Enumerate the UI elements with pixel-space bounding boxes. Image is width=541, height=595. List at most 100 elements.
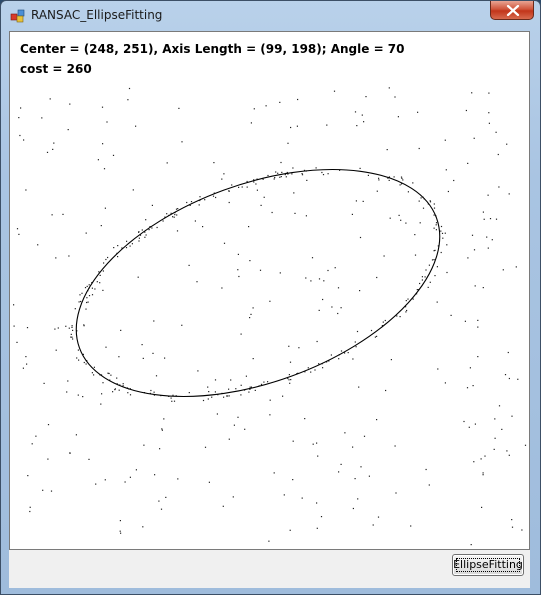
point: [84, 287, 87, 289]
point: [433, 227, 435, 229]
point: [97, 159, 99, 161]
point: [306, 179, 308, 181]
point: [340, 463, 342, 465]
point: [421, 276, 423, 278]
point: [13, 325, 15, 327]
app-icon[interactable]: [10, 8, 26, 24]
point: [405, 222, 407, 224]
point: [344, 432, 346, 434]
title-bar[interactable]: RANSAC_EllipseFitting: [1, 1, 540, 31]
point: [18, 117, 20, 119]
point: [419, 282, 421, 285]
point: [51, 214, 53, 216]
point: [252, 307, 254, 309]
point: [447, 190, 449, 193]
point: [207, 398, 209, 400]
point: [406, 309, 408, 312]
point: [91, 287, 93, 289]
point: [431, 259, 434, 261]
point: [467, 162, 469, 164]
point: [370, 329, 373, 332]
point: [176, 214, 178, 216]
point: [502, 269, 504, 271]
point: [156, 226, 158, 229]
point: [291, 173, 293, 175]
point: [43, 382, 45, 384]
point: [100, 225, 102, 227]
point: [274, 177, 276, 179]
point: [76, 357, 78, 359]
point: [441, 232, 444, 234]
point: [316, 442, 318, 444]
point: [50, 490, 53, 492]
point: [422, 207, 425, 209]
point: [267, 174, 269, 177]
point: [231, 184, 233, 186]
point: [228, 438, 230, 440]
point: [221, 178, 223, 180]
point: [425, 269, 427, 271]
point: [117, 256, 119, 258]
point: [412, 298, 414, 300]
point: [405, 300, 407, 302]
point: [390, 359, 392, 361]
point: [327, 173, 329, 175]
point: [223, 173, 225, 175]
point: [298, 347, 300, 349]
point: [129, 245, 131, 247]
point: [494, 437, 496, 439]
point: [106, 121, 108, 123]
point: [249, 317, 251, 319]
point: [96, 281, 98, 283]
point: [435, 224, 437, 226]
close-button[interactable]: [490, 1, 534, 20]
point: [78, 301, 80, 303]
cost-text: cost = 260: [20, 62, 92, 76]
point: [376, 190, 378, 192]
window-title: RANSAC_EllipseFitting: [31, 8, 163, 22]
point: [86, 285, 88, 287]
point: [202, 226, 204, 228]
point: [467, 257, 469, 259]
point: [322, 367, 324, 369]
point: [421, 279, 423, 281]
point: [444, 232, 446, 234]
point: [67, 380, 69, 382]
point: [166, 162, 168, 164]
drawing-canvas[interactable]: Center = (248, 251), Axis Length = (99, …: [9, 31, 530, 550]
point: [102, 382, 104, 384]
point: [400, 219, 402, 221]
point: [472, 385, 474, 387]
point: [323, 280, 325, 282]
point: [434, 249, 436, 251]
point: [444, 139, 446, 141]
point: [473, 249, 476, 251]
point: [508, 377, 510, 380]
point: [135, 125, 137, 127]
point: [150, 389, 152, 392]
point: [228, 190, 230, 192]
point: [129, 476, 131, 478]
point: [354, 341, 356, 343]
point: [135, 469, 137, 471]
point: [49, 98, 51, 100]
point: [47, 458, 49, 460]
point: [515, 266, 517, 268]
point: [151, 204, 153, 206]
point: [126, 240, 128, 242]
ellipse-fitting-button[interactable]: EllipseFitting: [452, 554, 524, 576]
point: [214, 391, 216, 393]
point: [301, 173, 303, 175]
point: [399, 316, 401, 318]
point: [394, 445, 396, 447]
point: [232, 496, 234, 498]
point: [72, 338, 74, 340]
point: [425, 468, 427, 471]
point: [26, 327, 29, 329]
point: [196, 281, 198, 283]
point: [354, 111, 357, 113]
point: [359, 290, 361, 292]
point: [268, 540, 270, 542]
point: [181, 141, 183, 143]
point: [440, 251, 442, 254]
